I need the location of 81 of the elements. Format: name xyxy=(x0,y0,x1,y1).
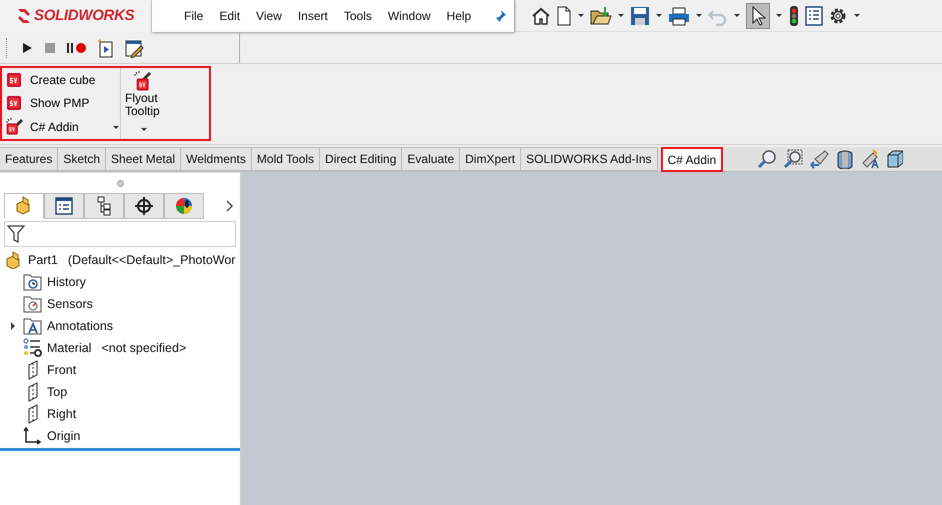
color-wheel-icon xyxy=(174,196,194,216)
material-icon xyxy=(23,338,43,358)
tree-item[interactable]: Annotations xyxy=(47,319,114,333)
panel-tab[interactable] xyxy=(164,193,204,219)
caret-icon[interactable] xyxy=(655,12,663,19)
tree-item[interactable]: Part1 xyxy=(28,253,58,267)
properties-icon xyxy=(54,196,74,216)
menu-item[interactable]: Insert xyxy=(290,8,336,22)
new-macro-icon[interactable] xyxy=(97,38,115,58)
config-label: (Default<<Default>_PhotoWor xyxy=(68,253,236,267)
plane-icon xyxy=(28,382,38,402)
menu-item[interactable]: View xyxy=(248,8,290,22)
save-icon[interactable] xyxy=(630,6,650,26)
menu-item[interactable]: Tools xyxy=(336,8,380,22)
annotation-folder-icon xyxy=(23,316,43,336)
edit-macro-icon[interactable] xyxy=(124,38,144,58)
app-logo: SOLIDWORKS xyxy=(34,7,134,24)
command-button[interactable]: C# Addin xyxy=(5,116,120,138)
grip-handle[interactable] xyxy=(116,180,124,186)
tab[interactable]: Sheet Metal xyxy=(106,147,182,171)
caret-icon[interactable] xyxy=(853,12,861,19)
tree-item[interactable]: Front xyxy=(47,363,76,377)
section-view-icon[interactable] xyxy=(835,149,856,169)
sensor-folder-icon xyxy=(23,294,43,314)
tab[interactable]: Mold Tools xyxy=(252,147,320,171)
origin-icon xyxy=(23,426,43,446)
traffic-light-icon[interactable] xyxy=(788,4,800,26)
caret-icon[interactable] xyxy=(577,12,585,19)
menu-item[interactable]: Help xyxy=(438,8,480,22)
tree-item[interactable]: Material xyxy=(47,341,92,355)
tree-item[interactable]: Top xyxy=(47,385,68,399)
caret-icon[interactable] xyxy=(617,12,625,19)
play-icon[interactable] xyxy=(20,40,34,54)
pause-record-icon[interactable] xyxy=(66,40,88,54)
home-icon[interactable] xyxy=(531,6,551,26)
command-button[interactable]: Create cube xyxy=(5,68,120,91)
tree-item[interactable]: Right xyxy=(47,407,76,421)
plane-icon xyxy=(28,360,38,380)
settings-icon[interactable] xyxy=(828,6,848,26)
expand-arrow-icon[interactable] xyxy=(9,321,17,331)
printer-icon[interactable] xyxy=(668,6,690,26)
tree-item[interactable]: History xyxy=(47,275,86,289)
tab[interactable]: Features xyxy=(0,147,58,171)
tab[interactable]: Sketch xyxy=(58,147,106,171)
annotation-view-icon[interactable] xyxy=(861,149,882,169)
menu-item[interactable]: Edit xyxy=(211,8,248,22)
zoom-fit-icon[interactable] xyxy=(757,149,778,169)
menu-item[interactable]: Window xyxy=(380,8,439,22)
filter-icon xyxy=(7,224,25,244)
menu-item[interactable]: File xyxy=(176,8,212,22)
caret-icon[interactable] xyxy=(775,12,783,19)
previous-view-icon[interactable] xyxy=(809,149,830,169)
panel-tab[interactable] xyxy=(124,193,164,219)
folder-icon[interactable] xyxy=(590,6,612,26)
chevron-right-icon[interactable] xyxy=(224,199,234,213)
select-button[interactable] xyxy=(746,2,770,28)
new-document-icon[interactable] xyxy=(556,6,572,26)
tree-item[interactable]: Sensors xyxy=(47,297,93,311)
panel-tab[interactable] xyxy=(84,193,124,219)
wand-cube-icon xyxy=(5,117,25,138)
tab[interactable]: DimXpert xyxy=(460,147,522,171)
list-icon[interactable] xyxy=(805,6,823,26)
tab[interactable]: Weldments xyxy=(181,147,252,171)
logo-icon xyxy=(16,6,32,24)
tab[interactable]: Evaluate xyxy=(402,147,460,171)
tab[interactable]: SOLIDWORKS Add-Ins xyxy=(521,147,658,171)
zoom-area-icon[interactable] xyxy=(783,149,804,169)
tab[interactable]: C# Addin xyxy=(660,147,724,172)
display-style-icon[interactable] xyxy=(887,149,904,169)
plane-icon xyxy=(28,404,38,424)
command-button[interactable]: Flyout Tooltip xyxy=(121,68,175,139)
filter-field[interactable] xyxy=(4,221,236,247)
panel-tab[interactable] xyxy=(44,193,84,219)
caret-icon[interactable] xyxy=(733,12,741,19)
tree-item[interactable]: Origin xyxy=(47,429,80,443)
history-folder-icon xyxy=(23,272,43,292)
material-note: <not specified> xyxy=(101,341,186,355)
crosshair-icon xyxy=(134,196,154,216)
tab[interactable]: Direct Editing xyxy=(320,147,402,171)
caret-icon[interactable] xyxy=(695,12,703,19)
command-button[interactable]: Show PMP xyxy=(5,92,120,114)
